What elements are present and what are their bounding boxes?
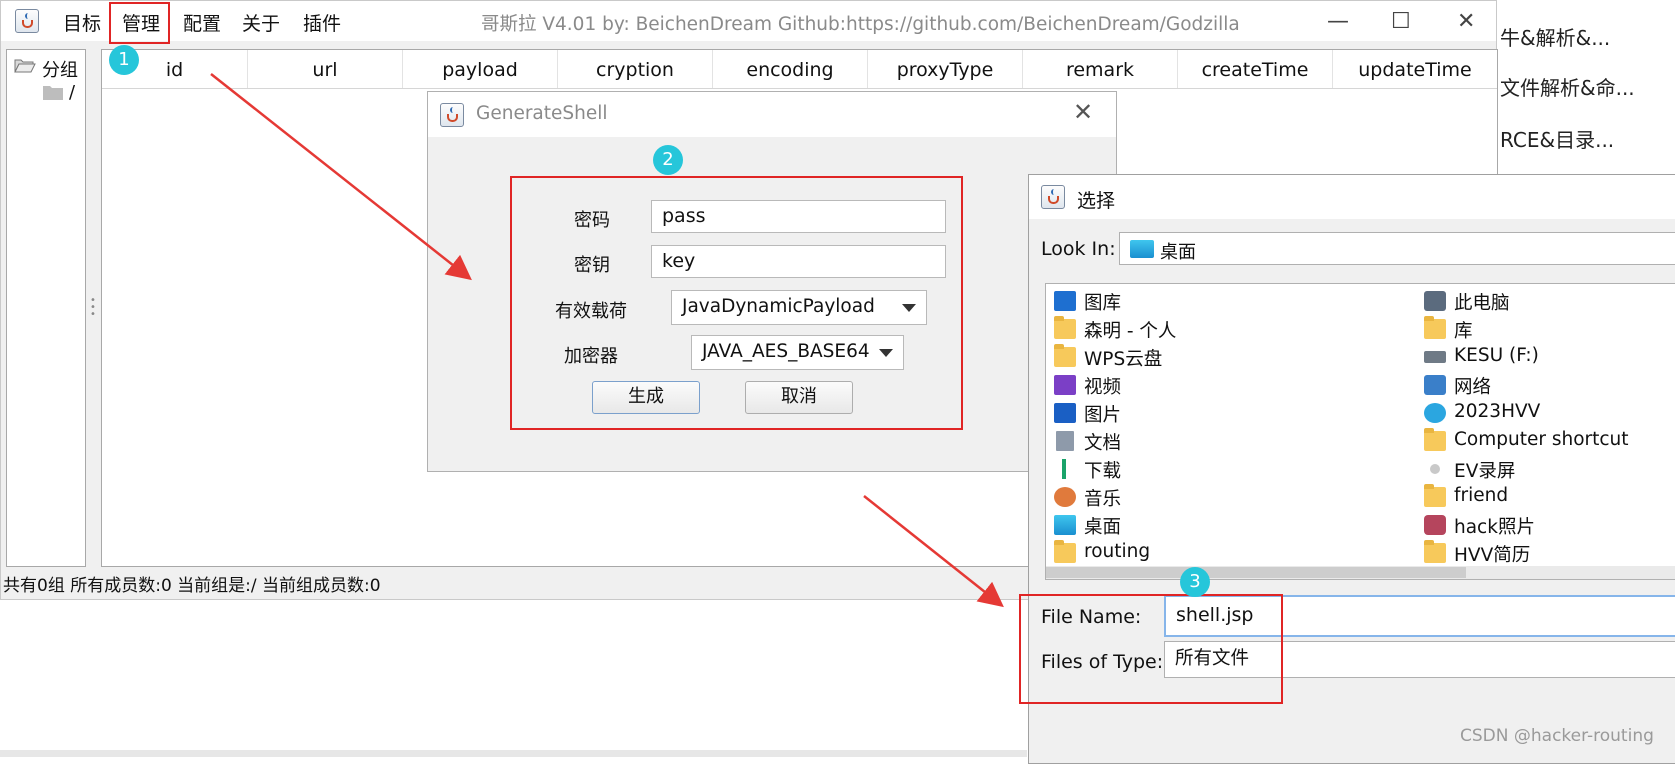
folder-icon bbox=[1424, 484, 1446, 507]
step-badge-1: 1 bbox=[109, 45, 139, 75]
form-highlight-box bbox=[510, 176, 963, 430]
list-item-label: WPS云盘 bbox=[1084, 349, 1163, 370]
java-app-icon bbox=[15, 9, 39, 33]
list-item-label: 森明 - 个人 bbox=[1084, 321, 1177, 342]
menu-plugins[interactable]: 插件 bbox=[303, 9, 341, 36]
video-icon bbox=[1054, 375, 1076, 395]
col-header-updatetime[interactable]: updateTime bbox=[1333, 50, 1497, 88]
menu-config[interactable]: 配置 bbox=[183, 9, 221, 36]
tree-child-label[interactable]: / bbox=[69, 82, 75, 103]
watermark: CSDN @hacker-routing bbox=[1460, 726, 1654, 746]
folder-open-icon bbox=[14, 59, 36, 73]
file-list[interactable]: 图库 森明 - 个人 WPS云盘 视频 图片 文档 下载 音乐 桌面 routi… bbox=[1045, 283, 1675, 580]
maximize-button[interactable]: ☐ bbox=[1391, 9, 1411, 34]
col-header-url[interactable]: url bbox=[248, 50, 403, 88]
horizontal-scrollbar[interactable] bbox=[1046, 566, 1675, 579]
look-in-label: Look In: bbox=[1041, 238, 1116, 260]
drive-icon bbox=[1424, 351, 1446, 363]
list-item-label: routing bbox=[1084, 541, 1151, 562]
table-header: id url payload cryption encoding proxyTy… bbox=[102, 50, 1497, 89]
col-header-remark[interactable]: remark bbox=[1023, 50, 1178, 88]
download-icon bbox=[1062, 459, 1066, 479]
step-badge-2: 2 bbox=[653, 145, 683, 175]
computer-icon bbox=[1424, 291, 1446, 311]
list-item-label: Computer shortcut bbox=[1454, 429, 1629, 450]
java-app-icon bbox=[1041, 185, 1065, 209]
dialog-titlebar: 选择 bbox=[1029, 175, 1675, 219]
menu-target[interactable]: 目标 bbox=[63, 9, 101, 36]
network-icon bbox=[1424, 375, 1446, 395]
col-header-createtime[interactable]: createTime bbox=[1178, 50, 1333, 88]
desktop-icon bbox=[1054, 515, 1076, 535]
menu-about[interactable]: 关于 bbox=[242, 9, 280, 36]
background-window-line: 牛&解析&... bbox=[1500, 26, 1611, 50]
list-item-label: 2023HVV bbox=[1454, 401, 1541, 422]
folder-icon bbox=[1054, 540, 1076, 563]
folder-icon bbox=[43, 86, 63, 100]
folder-icon bbox=[1054, 344, 1076, 367]
scrollbar-thumb[interactable] bbox=[1046, 567, 1466, 578]
pictures-icon bbox=[1054, 403, 1076, 423]
look-in-value: 桌面 bbox=[1160, 242, 1196, 263]
folder-icon bbox=[1054, 316, 1076, 339]
dialog-title: 选择 bbox=[1077, 190, 1116, 212]
folder-icon bbox=[1424, 540, 1446, 563]
list-item-label: 视频 bbox=[1084, 377, 1122, 398]
col-header-payload[interactable]: payload bbox=[403, 50, 558, 88]
list-item-label: 网络 bbox=[1454, 377, 1492, 398]
list-item-label: 桌面 bbox=[1084, 517, 1122, 538]
manage-highlight-box bbox=[109, 2, 170, 44]
music-icon bbox=[1054, 487, 1076, 507]
ev-recorder-icon bbox=[1430, 464, 1440, 474]
dialog-title: GenerateShell bbox=[476, 103, 608, 124]
col-header-proxytype[interactable]: proxyType bbox=[868, 50, 1023, 88]
window-title: 哥斯拉 V4.01 by: BeichenDream Github:https:… bbox=[481, 14, 1240, 35]
list-item-label: 库 bbox=[1454, 321, 1473, 342]
minimize-button[interactable]: — bbox=[1327, 9, 1349, 34]
list-item-label: KESU (F:) bbox=[1454, 345, 1539, 366]
java-app-icon bbox=[440, 103, 464, 127]
list-item-label: 文档 bbox=[1084, 433, 1122, 454]
folder-icon bbox=[1424, 428, 1446, 451]
folder-icon bbox=[1424, 316, 1446, 339]
dialog-titlebar: GenerateShell ✕ bbox=[428, 92, 1116, 137]
background-window-line: 文件解析&命... bbox=[1500, 76, 1635, 100]
look-in-select[interactable]: 桌面 bbox=[1119, 232, 1675, 265]
close-button[interactable]: ✕ bbox=[1457, 9, 1475, 34]
tree-root-label[interactable]: 分组 bbox=[42, 56, 78, 82]
splitter-handle[interactable]: • • • bbox=[90, 296, 96, 320]
status-bar: 共有0组 所有成员数:0 当前组是:/ 当前组成员数:0 bbox=[3, 576, 381, 596]
list-item-label: hack照片 bbox=[1454, 517, 1535, 538]
image-folder-icon bbox=[1424, 515, 1446, 535]
list-item-label: HVV简历 bbox=[1454, 545, 1531, 566]
col-header-cryption[interactable]: cryption bbox=[558, 50, 713, 88]
main-titlebar: 目标 管理 配置 关于 插件 哥斯拉 V4.01 by: BeichenDrea… bbox=[1, 1, 1496, 41]
generate-shell-dialog: GenerateShell ✕ 密码 pass 密钥 key 有效载荷 Java… bbox=[427, 91, 1117, 472]
list-item-label: 音乐 bbox=[1084, 489, 1122, 510]
list-item-label: 下载 bbox=[1084, 461, 1122, 482]
filename-highlight-box bbox=[1019, 594, 1283, 704]
list-item-label: EV录屏 bbox=[1454, 461, 1516, 482]
list-item-label: 图库 bbox=[1084, 293, 1122, 314]
step-badge-3: 3 bbox=[1180, 567, 1210, 597]
group-tree[interactable]: 分组 / bbox=[6, 49, 86, 567]
desktop-icon bbox=[1130, 240, 1154, 258]
background-window-line: RCE&目录... bbox=[1500, 128, 1615, 152]
gallery-icon bbox=[1054, 291, 1076, 311]
list-item-label: friend bbox=[1454, 485, 1509, 506]
bottom-edge bbox=[0, 750, 1027, 757]
close-icon[interactable]: ✕ bbox=[1073, 98, 1093, 126]
edge-shortcut-icon bbox=[1424, 403, 1446, 423]
col-header-encoding[interactable]: encoding bbox=[713, 50, 868, 88]
documents-icon bbox=[1056, 431, 1074, 451]
list-item-label: 图片 bbox=[1084, 405, 1122, 426]
list-item-label: 此电脑 bbox=[1454, 293, 1510, 314]
